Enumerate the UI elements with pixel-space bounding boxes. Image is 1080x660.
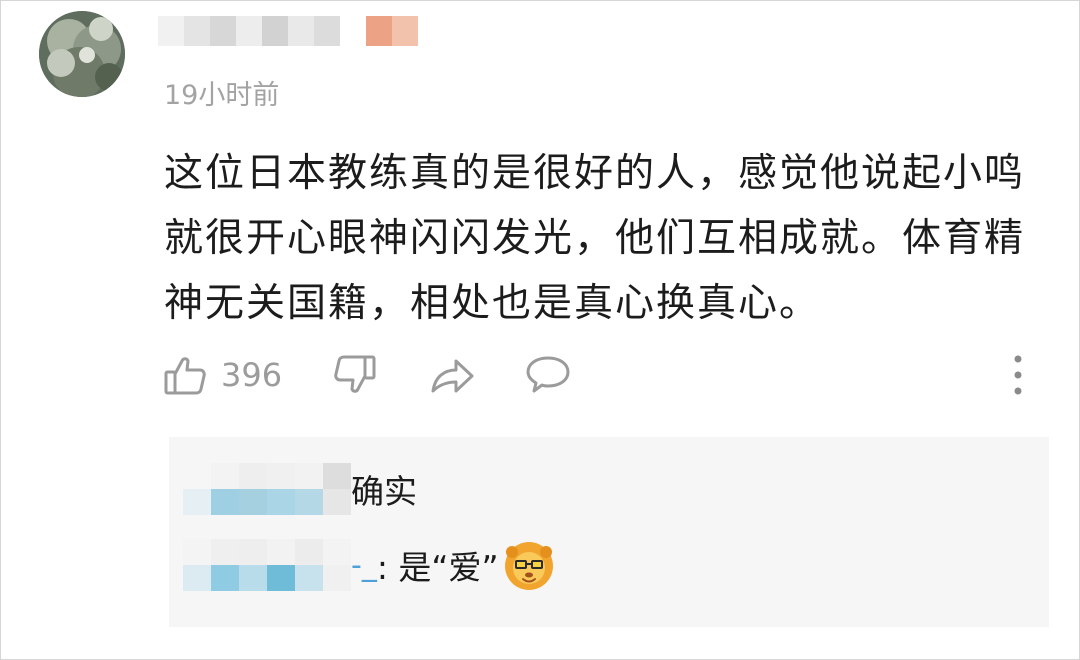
reply-list: 确实 -_ : 是“爱”: [169, 437, 1049, 627]
more-vertical-icon: [1014, 355, 1022, 395]
username-redacted[interactable]: [158, 16, 418, 46]
share-button[interactable]: [429, 353, 475, 397]
reply-text: : 是“爱”: [376, 548, 499, 587]
thumbs-up-icon: [164, 357, 206, 395]
action-bar: 396: [163, 353, 1043, 399]
more-button[interactable]: [1003, 353, 1033, 397]
comment-body: 这位日本教练真的是很好的人，感觉他说起小鸣就很开心眼神闪闪发光，他们互相成就。体…: [164, 151, 1026, 326]
reply-item[interactable]: 确实: [183, 463, 417, 515]
thumbs-down-icon: [334, 355, 376, 393]
avatar[interactable]: [39, 11, 125, 97]
reply-item[interactable]: -_ : 是“爱”: [183, 539, 555, 591]
reply-button[interactable]: [525, 353, 571, 397]
share-icon: [431, 359, 474, 393]
avatar-image: [39, 11, 125, 97]
like-button[interactable]: 396: [163, 353, 282, 397]
reply-username-redacted[interactable]: [183, 539, 351, 591]
dislike-button[interactable]: [333, 353, 377, 397]
like-count: 396: [221, 356, 283, 394]
reply-username-redacted[interactable]: [183, 463, 351, 515]
lion-sticker-icon: [504, 542, 553, 590]
reply-username-tail[interactable]: -_: [351, 548, 377, 583]
comment-icon: [526, 356, 570, 393]
comment-card: 19小时前 这位日本教练真的是很好的人，感觉他说起小鸣就很开心眼神闪闪发光，他们…: [0, 0, 1080, 660]
comment-timestamp: 19小时前: [164, 80, 280, 111]
reply-text: 确实: [351, 472, 417, 511]
